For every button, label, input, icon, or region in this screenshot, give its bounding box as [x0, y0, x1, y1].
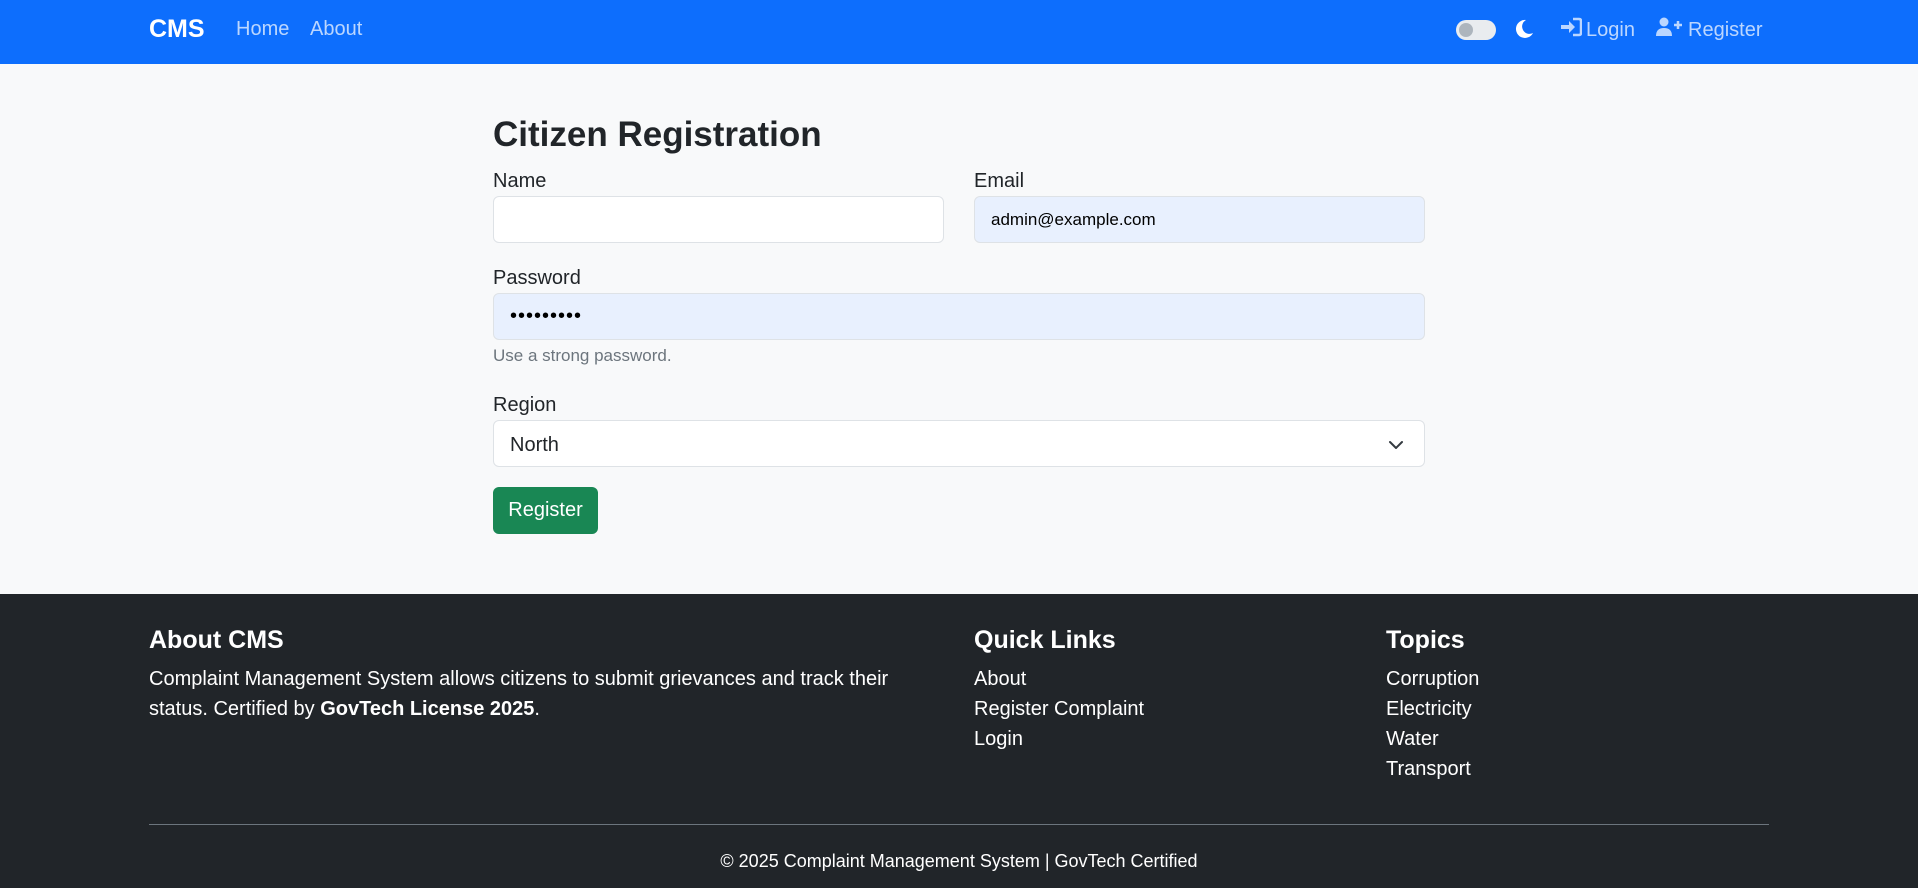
moon-icon[interactable]	[1514, 18, 1536, 42]
footer-quick-links-heading: Quick Links	[974, 626, 1116, 654]
copyright-text: © 2025 Complaint Management System | Gov…	[720, 851, 1198, 871]
name-label: Name	[493, 170, 547, 192]
email-field[interactable]	[974, 196, 1425, 243]
footer-divider	[149, 824, 1769, 825]
chevron-down-icon	[1388, 437, 1404, 453]
password-help-text: Use a strong password.	[493, 346, 672, 365]
password-label: Password	[493, 267, 581, 289]
brand-logo[interactable]: CMS	[149, 14, 205, 44]
footer-link-register-complaint[interactable]: Register Complaint	[974, 694, 1144, 724]
region-label: Region	[493, 394, 557, 416]
region-selected-value: North	[510, 434, 559, 456]
login-label: Login	[1586, 19, 1635, 41]
toggle-knob	[1459, 23, 1473, 37]
footer-quick-links: About Register Complaint Login	[974, 664, 1144, 754]
footer-topics: Corruption Electricity Water Transport	[1386, 664, 1479, 784]
page-title: Citizen Registration	[493, 115, 822, 154]
footer: About CMS Complaint Management System al…	[0, 594, 1918, 888]
footer-topics-heading: Topics	[1386, 626, 1465, 654]
email-label: Email	[974, 170, 1025, 192]
register-label: Register	[1688, 19, 1763, 41]
nav-login-link[interactable]: Login	[1560, 17, 1635, 43]
footer-topic-water[interactable]: Water	[1386, 724, 1479, 754]
footer-about-heading: About CMS	[149, 626, 284, 654]
nav-link-about[interactable]: About	[310, 17, 362, 41]
region-select[interactable]: North	[493, 420, 1425, 467]
footer-topic-electricity[interactable]: Electricity	[1386, 694, 1479, 724]
register-button[interactable]: Register	[493, 487, 598, 534]
nav-link-home[interactable]: Home	[236, 17, 289, 41]
password-field[interactable]	[493, 293, 1425, 340]
footer-link-about[interactable]: About	[974, 664, 1144, 694]
login-icon	[1560, 17, 1586, 43]
name-field[interactable]	[493, 196, 944, 243]
footer-license-bold: GovTech License 2025	[320, 698, 535, 720]
footer-about-tail: .	[534, 698, 540, 720]
footer-topic-transport[interactable]: Transport	[1386, 754, 1479, 784]
theme-toggle-switch[interactable]	[1456, 20, 1496, 40]
footer-link-login[interactable]: Login	[974, 724, 1144, 754]
top-navbar: CMS Home About Login Register	[0, 0, 1918, 64]
nav-register-link[interactable]: Register	[1656, 17, 1762, 43]
footer-about-text: Complaint Management System allows citiz…	[149, 664, 919, 724]
user-plus-icon	[1656, 17, 1688, 43]
footer-topic-corruption[interactable]: Corruption	[1386, 664, 1479, 694]
